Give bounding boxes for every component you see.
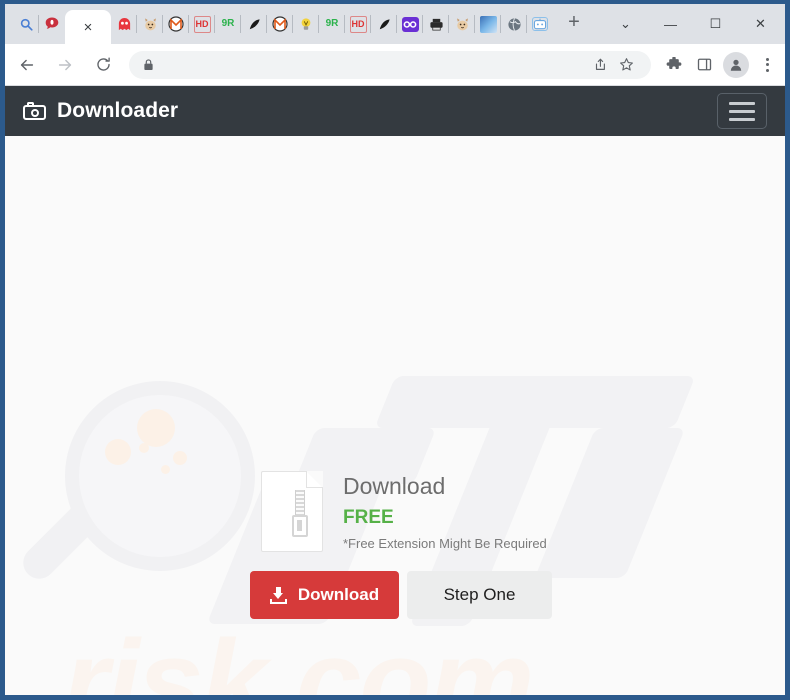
tab-9r-2[interactable]: 9R: [318, 8, 345, 40]
9r-badge-icon: 9R: [325, 18, 339, 29]
tab-robot[interactable]: [526, 8, 553, 40]
tab-m-circle-2[interactable]: [266, 8, 293, 40]
hamburger-menu-icon[interactable]: [717, 93, 767, 129]
reload-button[interactable]: [87, 49, 119, 81]
tab-image[interactable]: [474, 8, 501, 40]
tab-bulb[interactable]: [292, 8, 319, 40]
crescent-moon-icon: [246, 16, 263, 33]
back-button[interactable]: [11, 49, 43, 81]
hd-badge-icon: HD: [193, 15, 211, 33]
letter-m-circle-icon: [168, 16, 185, 33]
watermark-text: risk.com: [63, 616, 534, 695]
new-tab-button[interactable]: +: [559, 8, 589, 38]
close-window-button[interactable]: ✕: [738, 7, 783, 41]
site-brand: Downloader: [23, 99, 178, 123]
download-arrow-icon: [269, 586, 287, 604]
tab-list: × HD 9R 9R HD +: [5, 4, 589, 44]
action-button-row: Download Step One: [250, 571, 552, 619]
tab-strip: × HD 9R 9R HD + ⌄ — ☐ ✕: [5, 4, 785, 44]
tab-9r-1[interactable]: 9R: [214, 8, 241, 40]
step-one-button[interactable]: Step One: [407, 571, 552, 619]
ghost-icon: [116, 16, 133, 33]
menu-dot: [765, 57, 769, 61]
tab-moon-1[interactable]: [240, 8, 267, 40]
browser-toolbar: [5, 44, 785, 86]
download-button-label: Download: [297, 585, 380, 604]
bookmark-star-icon[interactable]: [613, 52, 639, 78]
lock-icon: [141, 58, 155, 72]
hamburger-bar: [729, 117, 755, 121]
browser-window: × HD 9R 9R HD + ⌄ — ☐ ✕ Downloader risk.…: [0, 0, 790, 700]
crescent-moon-icon: [376, 16, 393, 33]
browser-menu-button[interactable]: [753, 50, 781, 80]
tab-cat-2[interactable]: [448, 8, 475, 40]
extension-note: *Free Extension Might Be Required: [343, 536, 547, 552]
window-controls: ⌄ — ☐ ✕: [603, 4, 785, 44]
search-icon: [18, 16, 35, 33]
tab-search[interactable]: [13, 8, 39, 40]
background-shape: [534, 428, 686, 578]
tab-hd-2[interactable]: HD: [344, 8, 371, 40]
picture-icon: [479, 15, 497, 33]
background-shape: [374, 376, 696, 428]
price-badge: FREE: [343, 506, 394, 528]
tab-printer[interactable]: [422, 8, 449, 40]
share-icon[interactable]: [587, 52, 613, 78]
magnifying-glass-watermark: [16, 381, 255, 586]
tab-globe[interactable]: [500, 8, 527, 40]
tab-hd-1[interactable]: HD: [188, 8, 215, 40]
extensions-icon[interactable]: [659, 50, 689, 80]
tab-search-list-button[interactable]: ⌄: [603, 7, 648, 41]
close-icon[interactable]: ×: [84, 20, 93, 35]
maximize-button[interactable]: ☐: [693, 7, 738, 41]
infinity-icon: [401, 16, 419, 32]
download-card: Download FREE *Free Extension Might Be R…: [261, 471, 547, 552]
active-tab[interactable]: ×: [65, 10, 111, 44]
menu-dot: [765, 63, 769, 66]
download-card-text: Download FREE *Free Extension Might Be R…: [343, 471, 547, 552]
printer-icon: [428, 16, 445, 33]
step-one-label: Step One: [443, 585, 516, 604]
zip-file-icon: [261, 471, 323, 552]
site-header: Downloader: [5, 86, 785, 136]
camera-icon: [23, 102, 46, 120]
hamburger-bar: [729, 109, 755, 113]
menu-dot: [765, 68, 769, 72]
speech-bubble-icon: [44, 16, 61, 33]
tab-infinity[interactable]: [396, 8, 423, 40]
cat-face-icon: [142, 16, 159, 33]
download-button[interactable]: Download: [250, 571, 399, 619]
tab-cat[interactable]: [136, 8, 163, 40]
globe-icon: [506, 16, 523, 33]
letter-m-circle-icon: [272, 16, 289, 33]
tab-speech[interactable]: [38, 8, 65, 40]
forward-button[interactable]: [49, 49, 81, 81]
hamburger-bar: [729, 101, 755, 105]
tab-m-circle-1[interactable]: [162, 8, 189, 40]
robot-face-icon: [532, 17, 548, 31]
side-panel-icon[interactable]: [689, 50, 719, 80]
profile-avatar[interactable]: [723, 51, 749, 78]
tab-moon-2[interactable]: [370, 8, 397, 40]
address-bar[interactable]: [129, 50, 651, 79]
download-title: Download: [343, 473, 446, 499]
tab-ghost[interactable]: [111, 8, 137, 40]
omnibox-actions: [587, 52, 639, 78]
page-title: Downloader: [57, 99, 179, 122]
hd-badge-icon: HD: [349, 15, 367, 33]
lightbulb-icon: [298, 16, 315, 33]
9r-badge-icon: 9R: [221, 18, 235, 29]
minimize-button[interactable]: —: [648, 7, 693, 41]
page-content: risk.com Download FREE *Free Extension M…: [5, 136, 785, 695]
cat-face-icon: [454, 16, 471, 33]
